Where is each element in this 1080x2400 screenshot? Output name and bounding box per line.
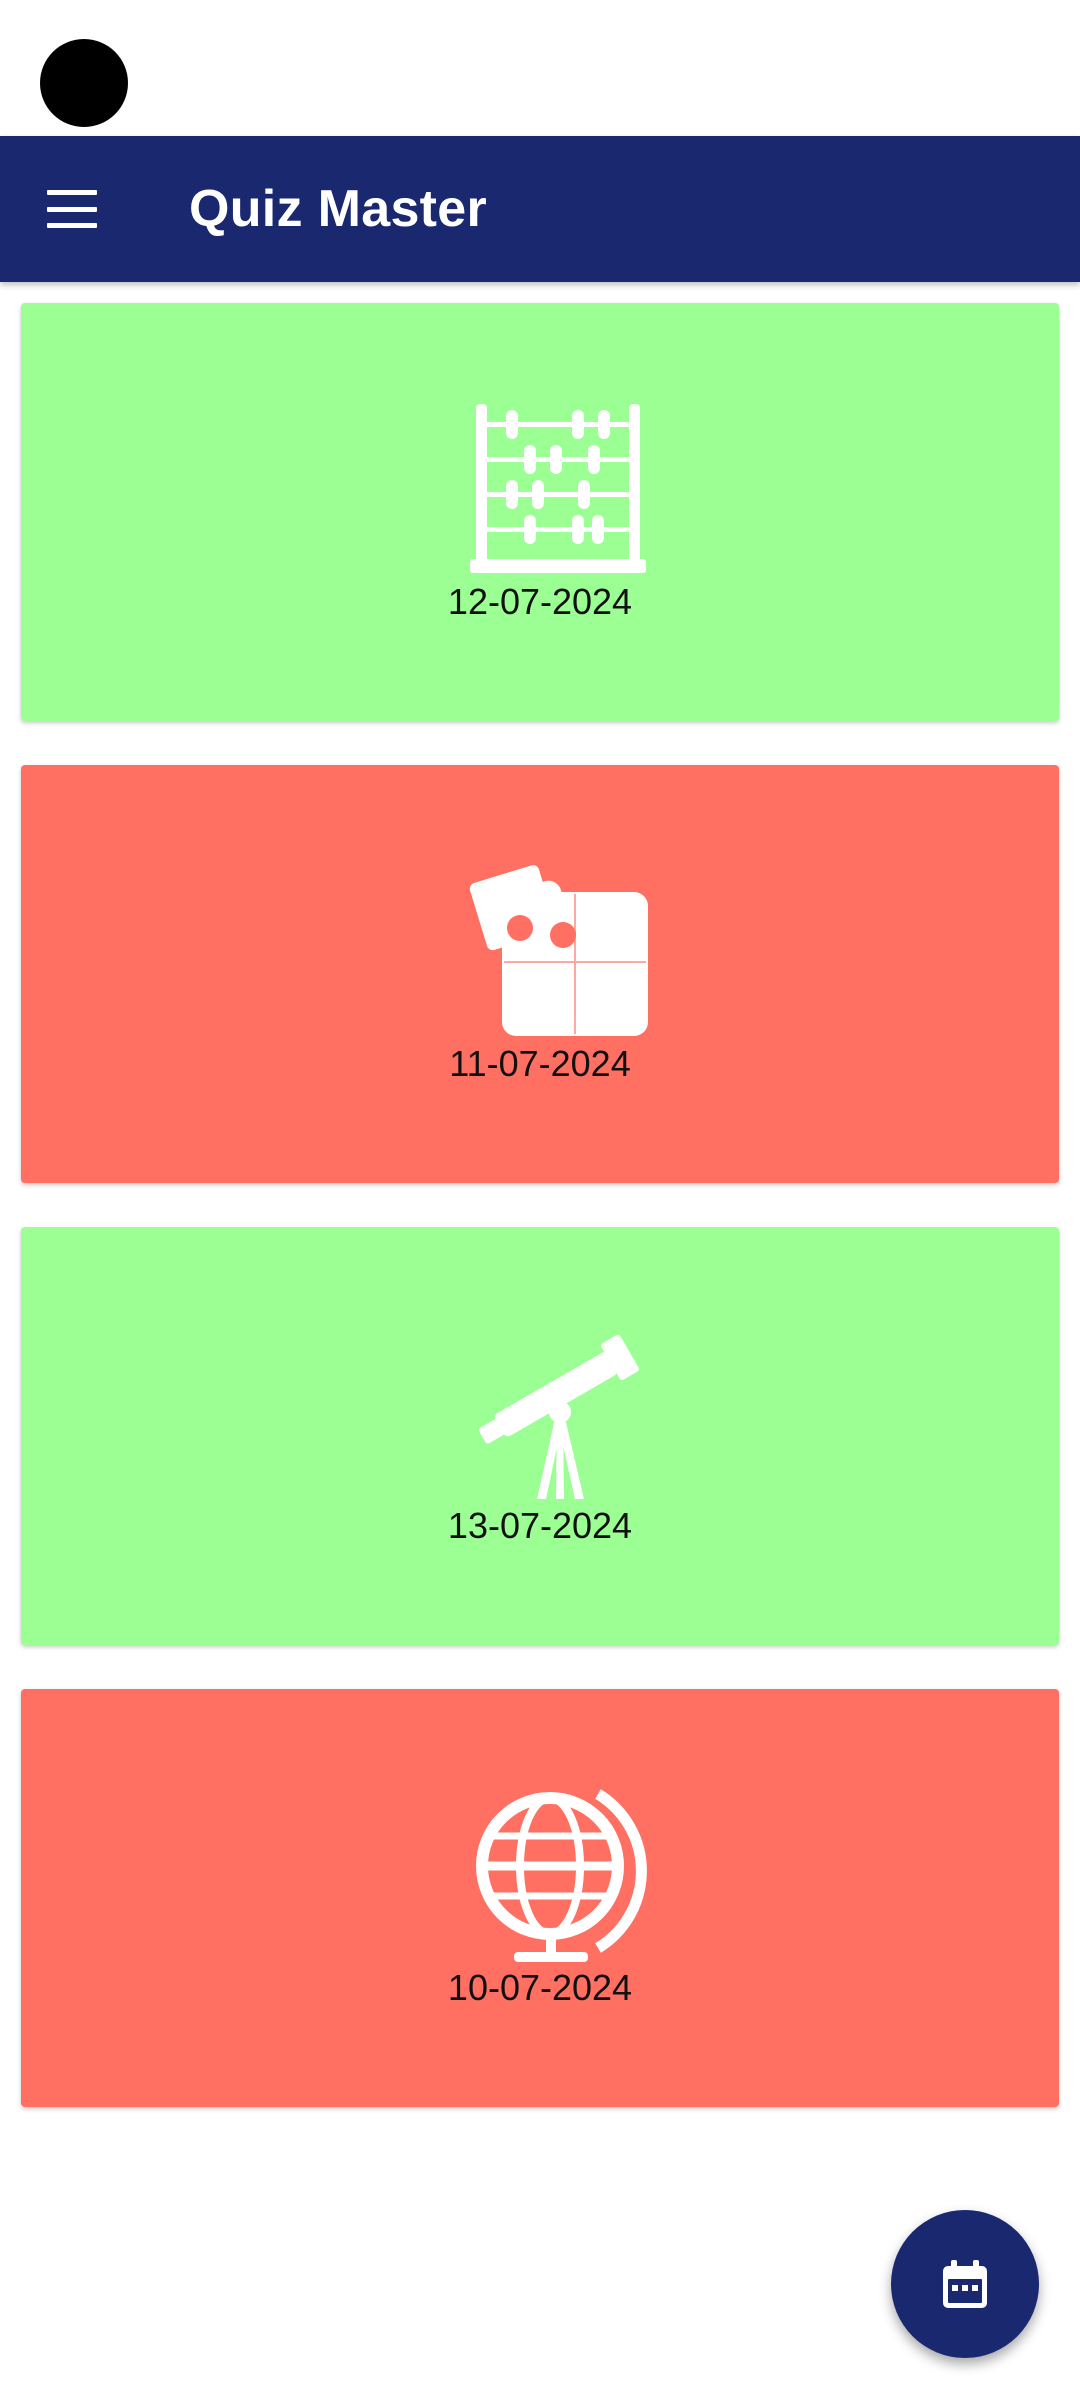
quiz-card-3[interactable]: 10-07-2024 bbox=[21, 1689, 1059, 2107]
calendar-icon bbox=[943, 2260, 987, 2308]
puzzle-icon bbox=[468, 860, 648, 1040]
quiz-date: 10-07-2024 bbox=[447, 1967, 633, 2008]
app-title: Quiz Master bbox=[189, 180, 488, 238]
menu-button[interactable] bbox=[24, 161, 120, 257]
abacus-icon bbox=[468, 398, 648, 578]
calendar-fab-button[interactable] bbox=[891, 2210, 1039, 2358]
telescope-icon bbox=[468, 1322, 648, 1502]
quiz-date: 13-07-2024 bbox=[447, 1505, 633, 1546]
app-bar: Quiz Master bbox=[0, 136, 1080, 282]
quiz-card-0[interactable]: 12-07-2024 bbox=[21, 303, 1059, 721]
quiz-date: 12-07-2024 bbox=[447, 581, 633, 622]
status-bar bbox=[0, 0, 1080, 136]
menu-icon bbox=[47, 190, 97, 228]
globe-icon bbox=[468, 1784, 648, 1964]
quiz-date: 11-07-2024 bbox=[449, 1043, 631, 1084]
quiz-card-2[interactable]: 13-07-2024 bbox=[21, 1227, 1059, 1645]
quiz-card-1[interactable]: 11-07-2024 bbox=[21, 765, 1059, 1183]
camera-cutout bbox=[40, 39, 128, 127]
